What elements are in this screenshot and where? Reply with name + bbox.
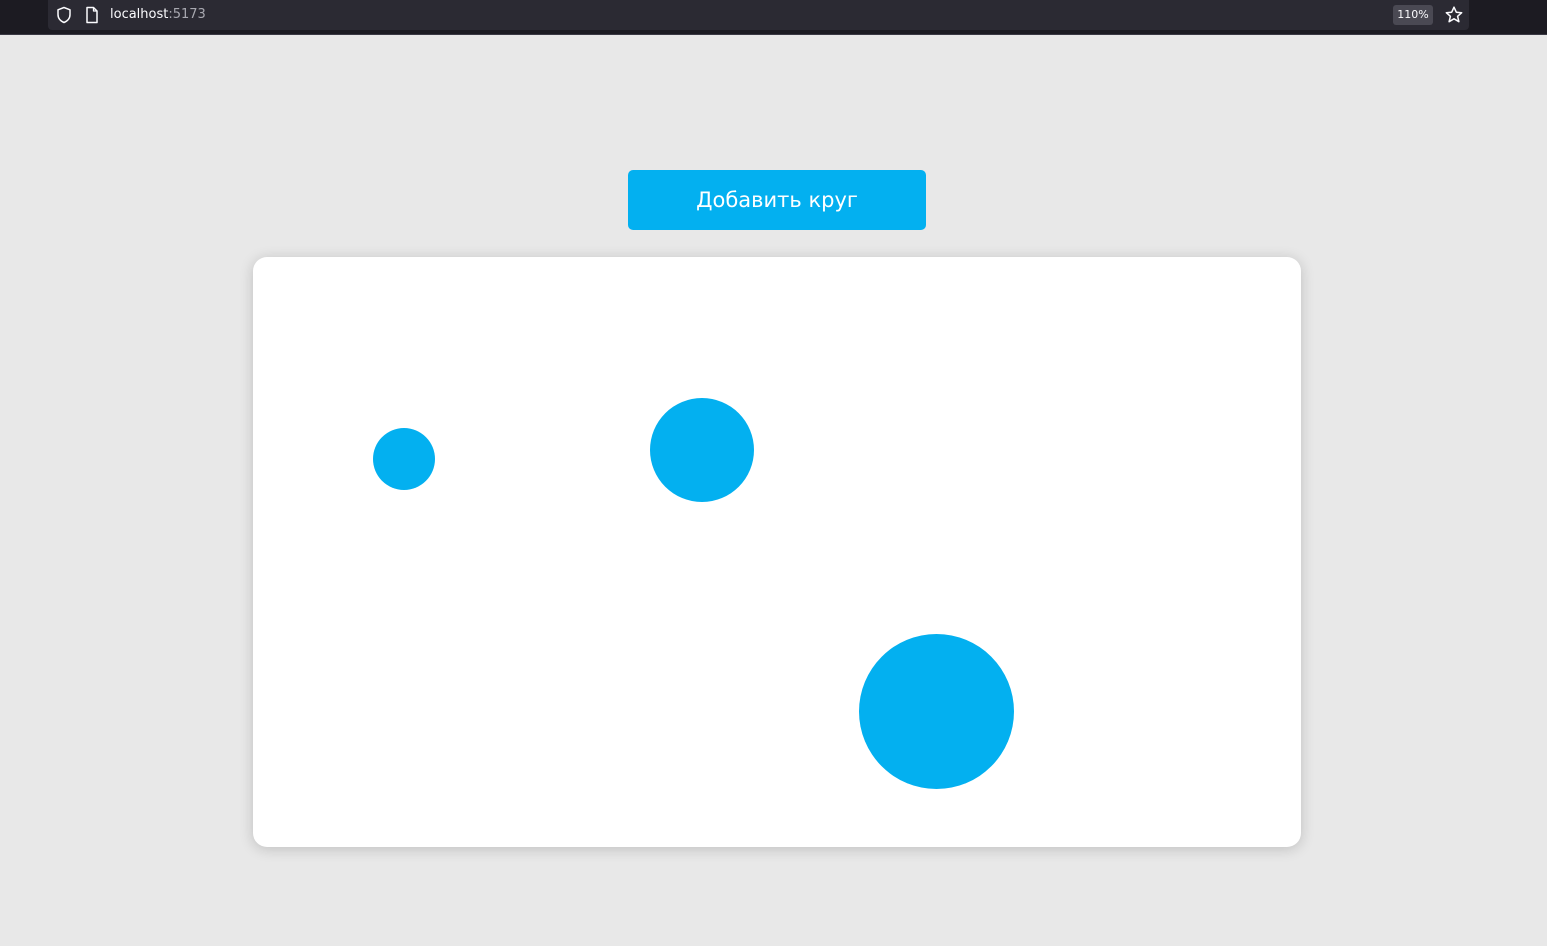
url-text[interactable]: localhost:5173	[110, 6, 206, 24]
circles-canvas[interactable]	[253, 257, 1301, 847]
zoom-level-badge[interactable]: 110%	[1393, 5, 1433, 25]
address-bar[interactable]	[48, 0, 1469, 30]
shield-icon[interactable]	[55, 6, 73, 24]
page-icon[interactable]	[84, 6, 100, 24]
circle-large[interactable]	[859, 634, 1014, 789]
circle-medium[interactable]	[650, 398, 754, 502]
add-circle-button[interactable]: Добавить круг	[628, 170, 926, 230]
url-host: localhost	[110, 7, 169, 22]
circle-small[interactable]	[373, 428, 435, 490]
browser-toolbar: localhost:5173 110%	[0, 0, 1547, 35]
star-icon[interactable]	[1444, 5, 1464, 25]
url-port: :5173	[168, 7, 206, 22]
